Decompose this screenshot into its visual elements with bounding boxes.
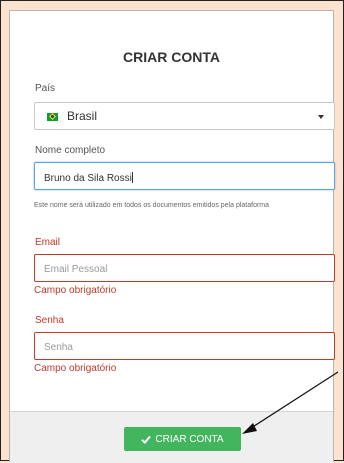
annotation-arrow bbox=[242, 371, 339, 434]
